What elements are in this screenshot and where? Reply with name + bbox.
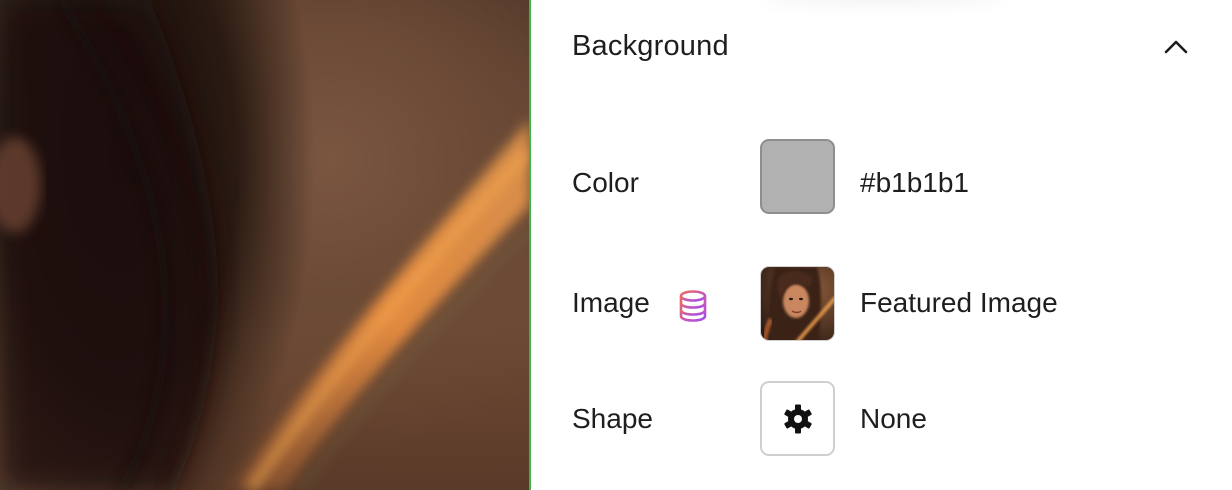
image-value[interactable]: Featured Image: [860, 287, 1058, 319]
color-value[interactable]: #b1b1b1: [860, 167, 969, 199]
section-title: Background: [572, 30, 729, 62]
color-label: Color: [572, 167, 639, 198]
canvas-selection-edge: [529, 0, 531, 490]
chevron-up-icon: [1164, 40, 1188, 54]
image-label: Image: [572, 287, 650, 318]
featured-image-preview: [761, 267, 834, 340]
shape-label: Shape: [572, 403, 653, 434]
color-swatch-button[interactable]: [760, 139, 835, 214]
shape-picker-button[interactable]: [760, 381, 835, 456]
background-photo: [0, 0, 530, 490]
gear-icon: [784, 404, 812, 434]
canvas-preview[interactable]: [0, 0, 530, 490]
panel-shadow: [762, 0, 1002, 4]
featured-image-thumbnail[interactable]: [760, 266, 835, 341]
shape-value[interactable]: None: [860, 403, 927, 435]
database-icon[interactable]: [676, 289, 710, 323]
collapse-section-button[interactable]: [1158, 32, 1194, 62]
background-settings-panel: Background Color #b1b1b1 Image Featured …: [532, 0, 1232, 490]
